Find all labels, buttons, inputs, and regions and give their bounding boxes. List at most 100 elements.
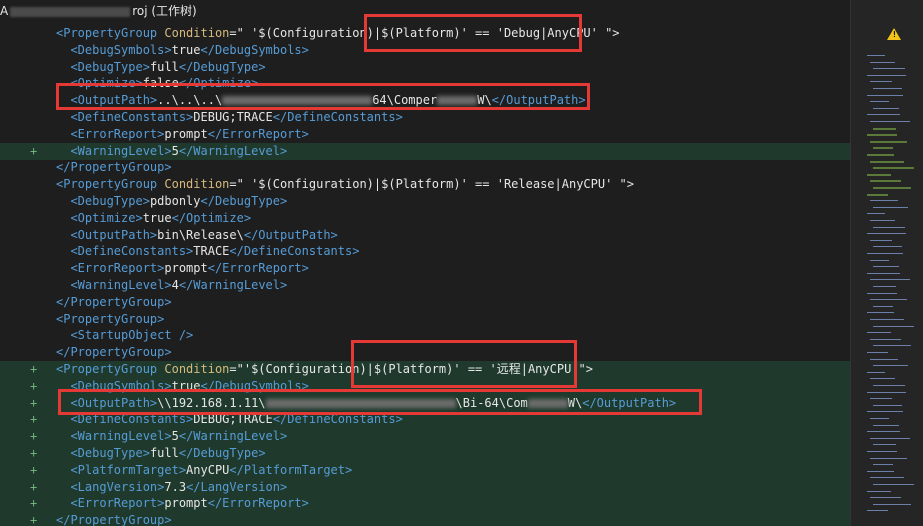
minimap-line <box>870 358 898 360</box>
minimap-line <box>870 101 889 103</box>
diff-added-marker: + <box>30 362 38 376</box>
xml-tag: <DefineConstants> <box>70 412 194 427</box>
xml-text: W\ <box>477 93 492 108</box>
minimap-line <box>870 220 895 221</box>
code-line[interactable]: + <WarningLevel>5</WarningLevel> <box>0 142 850 160</box>
code-line[interactable]: <StartupObject /> <box>0 327 850 344</box>
code-line[interactable]: + <PlatformTarget>AnyCPU</PlatformTarget… <box>0 461 850 479</box>
minimap-line <box>867 213 885 215</box>
code-line[interactable]: <OutputPath>..\..\..\ 64\Comper W\</Output… <box>0 92 850 109</box>
xml-tag: <DebugType> <box>70 446 150 460</box>
minimap-line <box>870 418 889 419</box>
code-line[interactable]: </PropertyGroup> <box>0 294 850 311</box>
minimap-line <box>867 55 885 56</box>
code-line[interactable]: <PropertyGroup Condition=" '$(Configurat… <box>0 25 850 42</box>
xml-tag: <DebugSymbols> <box>70 42 172 57</box>
minimap-line <box>870 239 892 241</box>
code-line[interactable]: <DebugType>pdbonly</DebugType> <box>0 193 850 210</box>
redacted-text <box>437 96 478 106</box>
code-line[interactable]: <ErrorReport>prompt</ErrorReport> <box>0 260 850 277</box>
xml-text: false <box>142 76 179 91</box>
minimap-line <box>873 325 914 327</box>
minimap-line <box>867 193 888 196</box>
code-line[interactable]: + <OutputPath>\\192.168.1.11\ \Bi-64\Com W… <box>0 394 850 412</box>
code-line[interactable]: + <DefineConstants>DEBUG;TRACE</DefineCo… <box>0 411 850 429</box>
minimap-line <box>873 444 896 446</box>
code-line[interactable]: + <ErrorReport>prompt</ErrorReport> <box>0 495 850 513</box>
xml-tag: <PropertyGroup <box>56 26 165 40</box>
code-line[interactable]: <PropertyGroup> <box>0 311 850 328</box>
code-line[interactable]: <PropertyGroup Condition=" '$(Configurat… <box>0 176 850 193</box>
xml-tag: </DefineConstants> <box>229 244 360 259</box>
warning-icon[interactable]: ! <box>887 28 901 40</box>
code-line[interactable]: <OutputPath>bin\Release\</OutputPath> <box>0 227 850 244</box>
code-line[interactable]: </PropertyGroup> <box>0 344 850 361</box>
code-line[interactable]: <DebugType>full</DebugType> <box>0 59 850 76</box>
xml-tag: </ErrorReport> <box>207 261 309 276</box>
xml-text: \\192.168.1.11\ <box>157 395 266 410</box>
code-line[interactable]: <WarningLevel>4</WarningLevel> <box>0 277 850 294</box>
xml-text: DEBUG;TRACE <box>193 110 273 124</box>
diff-added-marker: + <box>30 496 38 511</box>
minimap-line <box>867 272 900 274</box>
diff-added-marker: + <box>30 513 38 526</box>
minimap-line <box>873 424 899 426</box>
code-line[interactable]: + </PropertyGroup> <box>0 512 850 526</box>
xml-tag: <ErrorReport> <box>70 261 165 276</box>
xml-tag: <DefineConstants> <box>70 110 194 124</box>
xml-text: prompt <box>164 261 208 276</box>
code-line[interactable]: <ErrorReport>prompt</ErrorReport> <box>0 126 850 143</box>
code-line[interactable]: <Optimize>true</Optimize> <box>0 210 850 227</box>
xml-text: prompt <box>164 496 208 511</box>
scrollbar-minimap[interactable] <box>850 0 923 526</box>
minimap-line <box>867 451 897 452</box>
code-line[interactable]: <DefineConstants>DEBUG;TRACE</DefineCons… <box>0 109 850 126</box>
xml-tag: </WarningLevel> <box>178 143 288 158</box>
xml-text: W\ <box>567 395 583 410</box>
redacted-text <box>222 96 373 106</box>
xml-text: 5 <box>171 143 179 158</box>
minimap-line <box>867 431 900 433</box>
code-line[interactable]: + <DebugType>full</DebugType> <box>0 445 850 462</box>
minimap-line <box>873 385 905 386</box>
diff-added-marker: + <box>30 479 38 494</box>
code-line[interactable]: <DebugSymbols>true</DebugSymbols> <box>0 42 850 59</box>
minimap-line <box>867 134 897 137</box>
xml-tag: </DebugType> <box>178 446 266 460</box>
code-line[interactable]: </PropertyGroup> <box>0 159 850 176</box>
xml-tag: </Optimize> <box>178 76 259 91</box>
minimap-line <box>870 160 904 163</box>
xml-tag: </DebugSymbols> <box>200 42 309 57</box>
code-editor[interactable]: <PropertyGroup Condition=" '$(Configurat… <box>0 22 850 526</box>
diff-added-marker: + <box>30 395 38 410</box>
document-tab-title[interactable]: Aroj (工作树) <box>0 0 850 22</box>
minimap-line <box>867 470 894 472</box>
xml-tag: <OutputPath> <box>70 93 158 108</box>
code-line[interactable]: + <DebugSymbols>true</DebugSymbols> <box>0 377 850 395</box>
code-line[interactable]: + <WarningLevel>5</WarningLevel> <box>0 428 850 446</box>
xml-tag: <PropertyGroup <box>56 362 165 376</box>
minimap-line <box>867 332 891 334</box>
code-line[interactable]: <Optimize>false</Optimize> <box>0 75 850 92</box>
xml-tag: </WarningLevel> <box>178 278 288 292</box>
code-line[interactable]: <DefineConstants>TRACE</DefineConstants> <box>0 243 850 260</box>
xml-text: AnyCPU <box>186 462 230 477</box>
xml-text: 7.3 <box>164 479 187 494</box>
minimap-line <box>870 477 904 479</box>
minimap-line <box>870 338 901 340</box>
minimap-line <box>870 457 907 459</box>
xml-text: 64\Comper <box>372 93 438 108</box>
diff-added-marker: + <box>30 412 38 427</box>
xml-text: true <box>171 42 201 57</box>
code-line[interactable]: + <PropertyGroup Condition="'$(Configurat… <box>0 361 850 378</box>
minimap-line <box>873 345 911 347</box>
code-line[interactable]: + <LangVersion>7.3</LangVersion> <box>0 478 850 496</box>
xml-text: full <box>149 59 179 74</box>
minimap-line <box>873 187 911 189</box>
xml-text: =" '$(Configuration)|$(Platform)' == 'De… <box>229 26 620 40</box>
xml-tag: </DefineConstants> <box>272 110 403 124</box>
